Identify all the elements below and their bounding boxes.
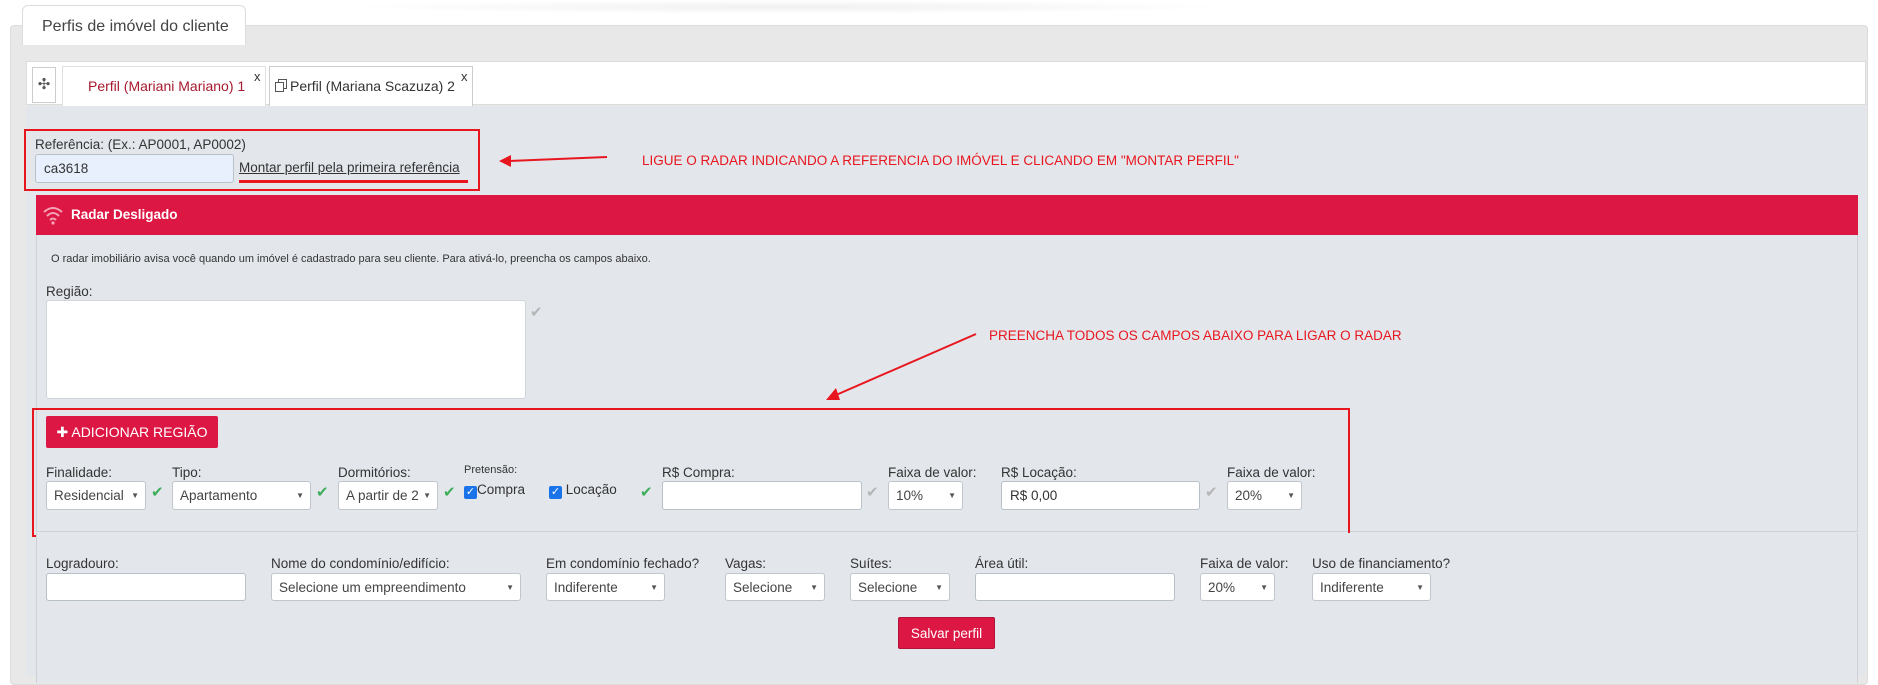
close-tab-icon[interactable]: x bbox=[461, 69, 468, 84]
suites-select[interactable]: Selecione ▼ bbox=[850, 573, 950, 601]
vagas-value: Selecione bbox=[733, 580, 793, 595]
tab-label: Perfil (Mariani Mariano) 1 bbox=[88, 78, 246, 94]
radar-description: O radar imobiliário avisa você quando um… bbox=[51, 253, 651, 265]
condominio-fechado-value: Indiferente bbox=[554, 580, 618, 595]
area-util-label: Área útil: bbox=[975, 556, 1029, 571]
save-profile-button[interactable]: Salvar perfil bbox=[898, 617, 995, 649]
fields-highlight-box bbox=[32, 408, 1350, 537]
plus-icon: ✣ bbox=[37, 76, 51, 93]
condominio-select[interactable]: Selecione um empreendimento ▼ bbox=[271, 573, 521, 601]
page-title: Perfis de imóvel do cliente bbox=[22, 5, 246, 45]
caret-down-icon: ▼ bbox=[506, 583, 514, 592]
financiamento-value: Indiferente bbox=[1320, 580, 1384, 595]
area-util-input[interactable] bbox=[975, 573, 1175, 601]
caret-down-icon: ▼ bbox=[810, 583, 818, 592]
radar-status-bar: Radar Desligado bbox=[36, 195, 1858, 235]
tab-profile-1[interactable]: Perfil (Mariani Mariano) 1 x bbox=[62, 66, 266, 106]
caret-down-icon: ▼ bbox=[1260, 583, 1268, 592]
suites-value: Selecione bbox=[858, 580, 918, 595]
condominio-value: Selecione um empreendimento bbox=[279, 580, 466, 595]
reference-highlight-box bbox=[24, 129, 480, 191]
logradouro-label: Logradouro: bbox=[46, 556, 119, 571]
tab-profile-2[interactable]: Perfil (Mariana Scazuza) 2 x bbox=[269, 66, 473, 106]
annotation-arrow bbox=[499, 155, 608, 167]
gray-check-icon: ✔ bbox=[530, 304, 543, 321]
caret-down-icon: ▼ bbox=[935, 583, 943, 592]
faixa-valor-label: Faixa de valor: bbox=[1200, 556, 1289, 571]
vagas-select[interactable]: Selecione ▼ bbox=[725, 573, 825, 601]
caret-down-icon: ▼ bbox=[650, 583, 658, 592]
suites-label: Suítes: bbox=[850, 556, 893, 571]
radar-title: Radar Desligado bbox=[71, 207, 178, 222]
vagas-label: Vagas: bbox=[725, 556, 767, 571]
close-tab-icon[interactable]: x bbox=[254, 69, 261, 84]
tab-label: Perfil (Mariana Scazuza) 2 bbox=[290, 78, 455, 94]
condominio-fechado-label: Em condomínio fechado? bbox=[546, 556, 700, 571]
annotation-fields: PREENCHA TODOS OS CAMPOS ABAIXO PARA LIG… bbox=[989, 328, 1402, 343]
region-textarea[interactable] bbox=[46, 300, 526, 399]
financiamento-select[interactable]: Indiferente ▼ bbox=[1312, 573, 1431, 601]
faixa-valor-value: 20% bbox=[1208, 580, 1236, 595]
financiamento-label: Uso de financiamento? bbox=[1312, 556, 1451, 571]
top-shadow bbox=[340, 0, 1240, 14]
condominio-label: Nome do condomínio/edifício: bbox=[271, 556, 450, 571]
logradouro-input[interactable] bbox=[46, 573, 246, 601]
annotation-arrow bbox=[826, 333, 977, 400]
copy-icon bbox=[275, 79, 287, 92]
region-label: Região: bbox=[46, 284, 93, 299]
condominio-fechado-select[interactable]: Indiferente ▼ bbox=[546, 573, 665, 601]
annotation-reference: LIGUE O RADAR INDICANDO A REFERENCIA DO … bbox=[642, 153, 1239, 168]
wifi-icon bbox=[43, 207, 63, 225]
add-tab-button[interactable]: ✣ bbox=[32, 67, 56, 103]
caret-down-icon: ▼ bbox=[1416, 583, 1424, 592]
faixa-valor-select[interactable]: 20% ▼ bbox=[1200, 573, 1275, 601]
